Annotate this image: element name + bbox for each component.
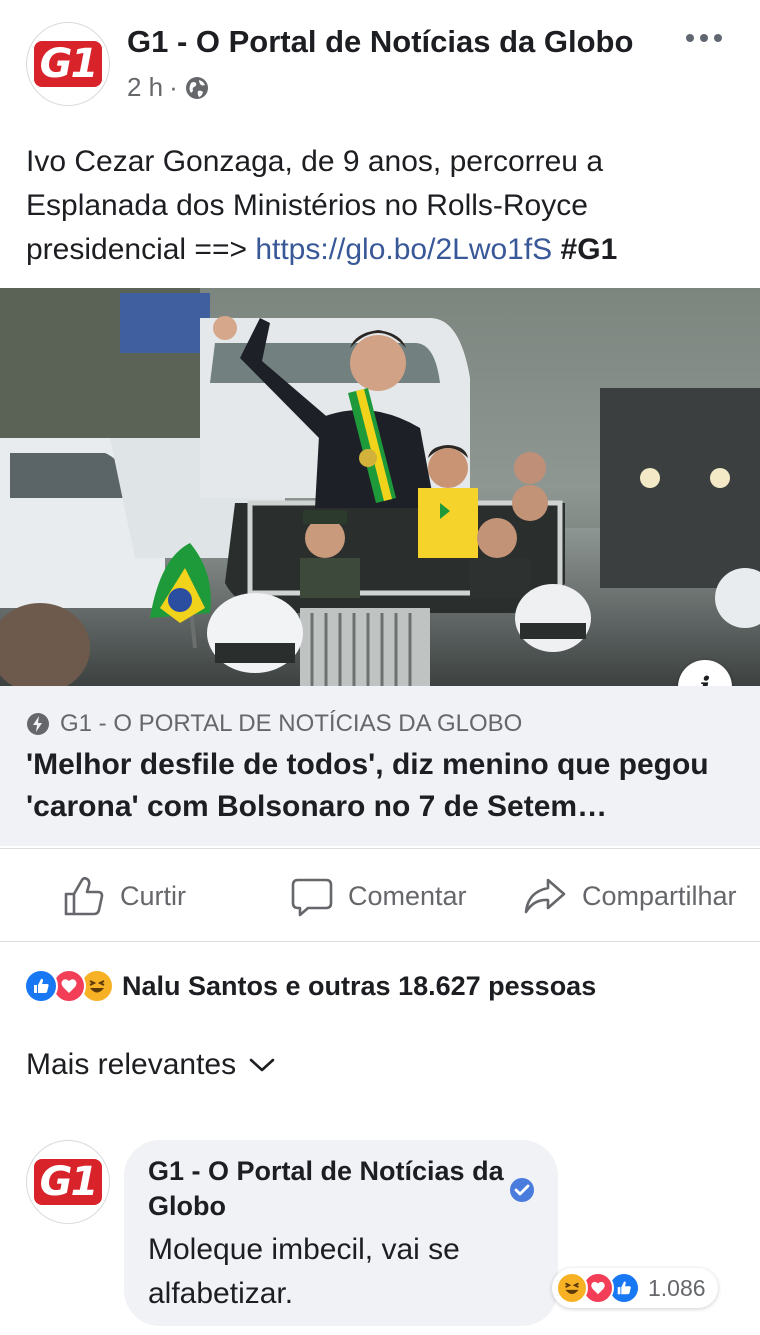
- g1-logo: G1: [33, 1159, 103, 1205]
- like-button[interactable]: Curtir: [62, 849, 186, 943]
- comment-sort-dropdown[interactable]: Mais relevantes: [26, 1048, 276, 1082]
- comment-text: Moleque imbecil, vai se alfabetizar.: [148, 1233, 460, 1310]
- post-meta: 2 h ·: [127, 72, 210, 103]
- link-source-text: G1 - O PORTAL DE NOTÍCIAS DA GLOBO: [60, 710, 523, 737]
- parade-photo-illustration: [0, 288, 760, 686]
- link-source: G1 - O PORTAL DE NOTÍCIAS DA GLOBO: [26, 710, 522, 738]
- comment-reactions[interactable]: 1.086: [552, 1268, 718, 1308]
- comment-author-name[interactable]: G1 - O Portal de Notícias da Globo: [148, 1154, 508, 1224]
- post-header: G1 G1 - O Portal de Notícias da Globo 2 …: [0, 0, 760, 130]
- comment-avatar[interactable]: G1: [26, 1140, 110, 1224]
- post-author-name[interactable]: G1 - O Portal de Notícias da Globo: [127, 24, 633, 60]
- post-photo[interactable]: [0, 288, 760, 686]
- sort-label: Mais relevantes: [26, 1048, 237, 1081]
- link-title: 'Melhor desfile de todos', diz menino qu…: [26, 748, 709, 823]
- instant-article-bolt-icon: [27, 713, 49, 735]
- action-bar: Curtir Comentar Compartilhar: [0, 848, 760, 942]
- comment-button[interactable]: Comentar: [290, 849, 467, 943]
- reactions-summary[interactable]: Nalu Santos e outras 18.627 pessoas: [24, 966, 596, 1006]
- verified-badge-icon: [510, 1178, 534, 1202]
- comment-reactions-count: 1.086: [648, 1274, 706, 1301]
- thumbs-up-icon: [64, 876, 104, 916]
- share-arrow-icon: [524, 878, 566, 914]
- comment-bubble[interactable]: G1 - O Portal de Notícias da Globo Moleq…: [124, 1140, 558, 1326]
- post-text: Ivo Cezar Gonzaga, de 9 anos, percorreu …: [26, 140, 726, 272]
- comment-label: Comentar: [348, 880, 467, 911]
- post-hashtag[interactable]: #G1: [561, 233, 618, 266]
- post-link[interactable]: https://glo.bo/2Lwo1fS: [255, 233, 552, 266]
- comment-bubble-icon: [291, 878, 333, 917]
- share-label: Compartilhar: [582, 880, 737, 911]
- page-avatar[interactable]: G1: [26, 22, 110, 106]
- reactions-summary-text[interactable]: Nalu Santos e outras 18.627 pessoas: [122, 971, 596, 1002]
- g1-logo: G1: [33, 41, 103, 87]
- meta-separator: ·: [169, 72, 178, 102]
- haha-reaction-icon: [556, 1272, 588, 1304]
- like-label: Curtir: [120, 880, 186, 911]
- link-preview[interactable]: G1 - O PORTAL DE NOTÍCIAS DA GLOBO 'Melh…: [0, 686, 760, 846]
- globe-icon: [185, 76, 208, 99]
- chevron-down-icon: [249, 1058, 275, 1072]
- post-time[interactable]: 2 h: [127, 72, 163, 103]
- share-button[interactable]: Compartilhar: [522, 849, 737, 943]
- more-dots-icon[interactable]: [684, 30, 724, 46]
- like-reaction-icon: [24, 969, 58, 1003]
